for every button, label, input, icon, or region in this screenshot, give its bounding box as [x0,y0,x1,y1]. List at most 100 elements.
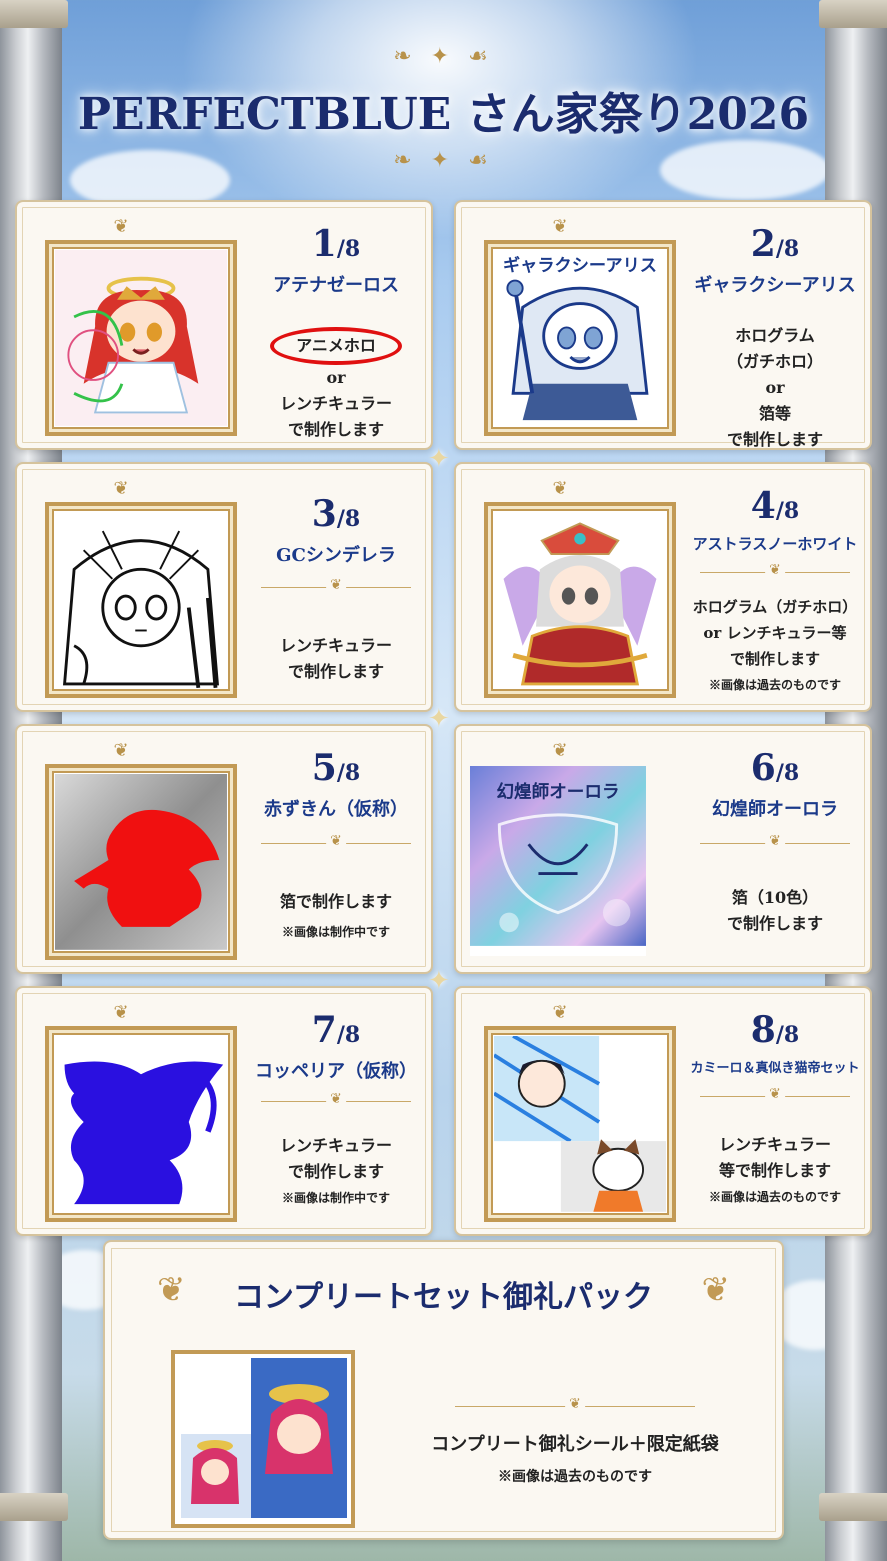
coppelia-silhouette-icon [55,1036,227,1212]
desc-line: レンチキュラー [279,394,392,413]
crest-icon: ❦ [552,1002,568,1023]
complete-set-title: コンプリートセット御礼パック [233,1280,654,1315]
desc-line: 等で制作します [718,1161,831,1180]
ornament-divider [700,1092,850,1102]
desc-line: で制作します [729,650,820,668]
desc-line: で制作します [287,662,384,681]
sticker-card-5: ❦ 5/8 赤ずきん（仮称） 箔で制作します ※画像は制作中です [15,724,433,974]
aurora-holo-sticker-icon: 幻煌師オーロラ [470,766,646,946]
camillo-and-cat-icon [494,1036,666,1212]
sticker-image-2: ギャラクシーアリス [484,240,676,436]
sticker-number: 6/8 [750,747,800,789]
crest-icon: ❦ [552,740,568,761]
sticker-image-5 [45,764,237,960]
circled-text: アニメホロ [296,336,376,355]
sticker-card-6: ❦ 幻煌師オーロラ 6/8 幻煌師オーロラ 箔（10色） [454,724,872,974]
sticker-note: ※画像は過去のものです [708,1190,841,1204]
sticker-note: ※画像は過去のものです [708,678,841,692]
sticker-note: ※画像は制作中です [281,1191,390,1205]
complete-set-note: ※画像は過去のものです [498,1469,652,1485]
desc-line: 箔で制作します [279,892,392,911]
athena-character-icon [55,250,227,426]
desc-line: で制作します [287,1162,384,1181]
snow-white-character-icon [494,512,666,688]
sticker-description: ホログラム （ガチホロ） or 箔等 で制作します [686,323,864,453]
sticker-number: 4/8 [750,485,800,527]
sticker-name: 赤ずきん（仮称） [264,799,408,820]
sticker-card-3: ❦ 3/8 GCシンデレラ レンチキュラー で制作します [15,462,433,712]
complete-stickers-icon [175,1354,351,1524]
ornament-divider [261,583,411,593]
desc-line: で制作します [287,420,384,439]
sticker-image-8 [484,1026,676,1222]
desc-line: 箔等 [758,404,791,423]
desc-line: レンチキュラー [279,1136,392,1155]
desc-line: or [765,378,785,397]
sticker-name: アストラスノーホワイト [692,535,858,553]
sticker-number: 3/8 [311,493,361,535]
cinderella-lineart-icon [55,512,227,688]
sticker-image-1 [45,240,237,436]
desc-line: or レンチキュラー等 [703,624,847,642]
complete-set-description: コンプリート御礼シール＋限定紙袋 [431,1434,719,1455]
crest-icon: ❦ [113,740,129,761]
crest-icon: ❦ [113,216,129,237]
desc-line: レンチキュラー [279,636,392,655]
desc-line: で制作します [726,914,823,933]
desc-line: or [326,368,346,387]
complete-set-panel: ❦ コンプリートセット御礼パック ❦ コンプリート御礼シール＋限定紙袋 ※画像は… [103,1240,784,1540]
crest-icon: ❦ [552,478,568,499]
laurel-right-icon: ❦ [701,1270,731,1310]
bottom-title-ornament-icon: ❧ ✦ ☙ [393,148,494,173]
desc-line: ホログラム [735,326,815,345]
ornament-divider [700,839,850,849]
crest-icon: ❦ [113,1002,129,1023]
sticker-name: GCシンデレラ [276,545,396,566]
complete-set-image [171,1350,355,1528]
sticker-card-1: ❦ 1/8 アテナゼーロス アニメホロ or レンチキュラー で制作します [15,200,433,450]
sticker-card-4: ❦ 4/8 アストラスノーホワイト ホログラム（ガチホロ） or レンチキュラー… [454,462,872,712]
sticker-description: レンチキュラー で制作します [247,1133,425,1185]
cloud [660,140,830,200]
top-ornament-icon: ❧ ✦ ☙ [393,44,494,69]
ornament-divider [261,839,411,849]
sticker-name: ギャラクシーアリス [694,275,856,296]
crest-icon: ❦ [552,216,568,237]
sticker-name: コッペリア（仮称） [255,1061,417,1082]
sticker-description: ホログラム（ガチホロ） or レンチキュラー等 で制作します [686,594,864,672]
ornament-divider [700,568,850,578]
sticker-image-6: 幻煌師オーロラ [470,766,646,956]
sticker-name: 幻煌師オーロラ [712,799,838,820]
sticker-image-4 [484,502,676,698]
ornament-divider [261,1097,411,1107]
sticker-card-2: ❦ ギャラクシーアリス 2/8 ギャラクシーアリス ホログラム （ガチホロ） o… [454,200,872,450]
sticker-description: 箔（10色） で制作します [686,885,864,937]
sticker-number: 2/8 [750,223,800,265]
sticker-image-3 [45,502,237,698]
sticker-number: 7/8 [311,1009,361,1051]
svg-text:幻煌師オーロラ: 幻煌師オーロラ [496,781,619,802]
sticker-description: レンチキュラー 等で制作します [686,1132,864,1184]
sticker-description: レンチキュラー で制作します [247,633,425,685]
red-circle-highlight: アニメホロ [270,327,402,365]
desc-line: レンチキュラー [718,1135,831,1154]
sticker-image-7 [45,1026,237,1222]
sticker-card-8: ❦ 8/8 カミーロ＆真似き猫帝セット レンチキュラー 等で制作します ※画像は… [454,986,872,1236]
page-title: PERFECTBLUE さん家祭り2026 [77,89,810,140]
desc-line: 箔（10色） [731,888,819,907]
crest-icon: ❦ [113,478,129,499]
sticker-description: アニメホロ or レンチキュラー で制作します [247,327,425,443]
desc-line: で制作します [726,430,823,449]
ornament-divider [455,1402,695,1412]
desc-line: ホログラム（ガチホロ） [692,598,858,616]
sticker-number: 8/8 [750,1009,800,1051]
red-hood-silhouette-icon [55,774,227,950]
sticker-number: 1/8 [311,223,361,265]
svg-text:ギャラクシーアリス: ギャラクシーアリス [503,255,657,276]
sticker-name: カミーロ＆真似き猫帝セット [690,1061,860,1076]
sticker-description: 箔で制作します [247,889,425,915]
sticker-note: ※画像は制作中です [281,925,390,939]
sticker-card-7: ❦ 7/8 コッペリア（仮称） レンチキュラー で制作します ※画像は制作中です [15,986,433,1236]
alice-character-icon: ギャラクシーアリス [494,250,666,426]
sticker-name: アテナゼーロス [273,275,399,296]
